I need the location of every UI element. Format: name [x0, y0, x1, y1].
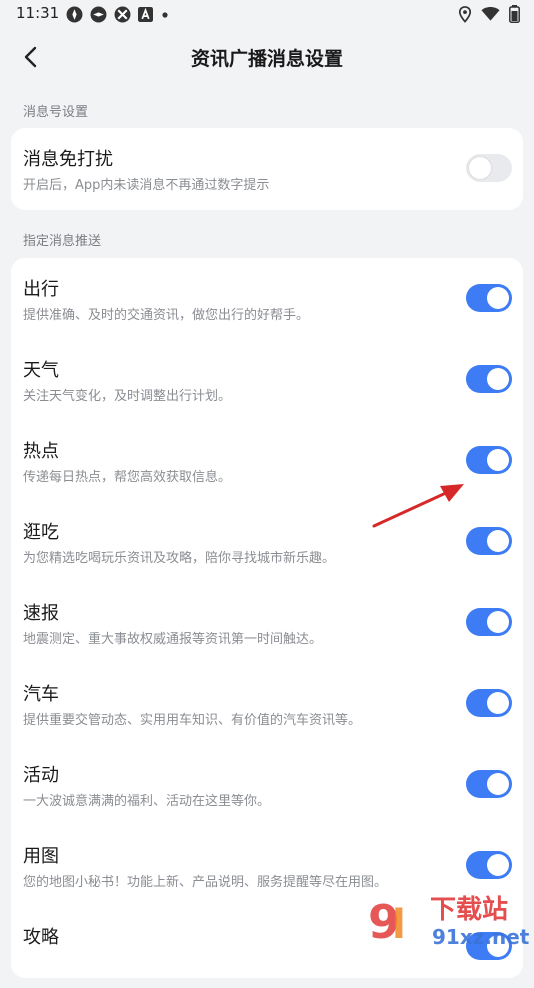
setting-description: 为您精选吃喝玩乐资讯及攻略，陪你寻找城市新乐趣。	[23, 551, 336, 566]
setting-title: 汽车	[23, 684, 59, 705]
setting-row-car: 汽车 提供重要交管动态、实用用车知识、有价值的汽车资讯等。	[11, 663, 523, 745]
map-tips-toggle[interactable]	[466, 851, 512, 879]
setting-row-weather: 天气 关注天气变化，及时调整出行计划。	[11, 339, 523, 421]
setting-description: 传递每日热点，帮您高效获取信息。	[23, 470, 232, 485]
section-label-message-settings: 消息号设置	[23, 105, 89, 120]
wifi-icon	[481, 6, 500, 21]
annotation-arrow-icon	[372, 484, 464, 528]
watermark-logo: 9 l 下载站 91xz.net	[364, 888, 530, 949]
settings-card-dnd: 消息免打扰 开启后，App内未读消息不再通过数字提示	[11, 128, 523, 210]
dot-icon	[162, 11, 168, 18]
settings-card-push: 出行 提供准确、及时的交通资讯，做您出行的好帮手。 天气 关注天气变化，及时调整…	[11, 258, 523, 978]
setting-description: 提供准确、及时的交通资讯，做您出行的好帮手。	[23, 308, 310, 323]
setting-title: 消息免打扰	[23, 149, 113, 170]
toggle-knob	[469, 157, 491, 179]
setting-title: 速报	[23, 603, 59, 624]
events-toggle[interactable]	[466, 770, 512, 798]
setting-description: 开启后，App内未读消息不再通过数字提示	[23, 178, 270, 193]
setting-description: 您的地图小秘书！功能上新、产品说明、服务提醒等尽在用图。	[23, 875, 388, 890]
location-icon	[458, 5, 472, 23]
car-toggle[interactable]	[466, 689, 512, 717]
setting-row-events: 活动 一大波诚意满满的福利、活动在这里等你。	[11, 744, 523, 826]
app-icon	[114, 6, 131, 23]
navigation-bar: 资讯广播消息设置	[0, 28, 534, 86]
setting-title: 出行	[23, 279, 59, 300]
weather-toggle[interactable]	[466, 365, 512, 393]
status-bar: 11:31	[0, 0, 534, 28]
page-title: 资讯广播消息设置	[190, 48, 343, 70]
setting-description: 一大波诚意满满的福利、活动在这里等你。	[23, 794, 271, 809]
setting-row-travel: 出行 提供准确、及时的交通资讯，做您出行的好帮手。	[11, 258, 523, 340]
toggle-knob	[487, 611, 509, 633]
setting-description: 关注天气变化，及时调整出行计划。	[23, 389, 232, 404]
a-icon	[138, 7, 153, 22]
svg-text:l: l	[392, 902, 406, 948]
alerts-toggle[interactable]	[466, 608, 512, 636]
toggle-knob	[487, 530, 509, 552]
svg-text:下载站: 下载站	[430, 895, 508, 925]
setting-title: 活动	[23, 765, 59, 786]
app-icon	[90, 6, 107, 23]
setting-title: 用图	[23, 846, 59, 867]
toggle-knob	[487, 449, 509, 471]
toggle-knob	[487, 773, 509, 795]
setting-title: 热点	[23, 441, 59, 462]
toggle-knob	[487, 368, 509, 390]
status-time: 11:31	[16, 4, 60, 22]
battery-icon	[509, 5, 520, 23]
hotspot-toggle[interactable]	[466, 446, 512, 474]
setting-row-alerts: 速报 地震测定、重大事故权威通报等资讯第一时间触达。	[11, 582, 523, 664]
setting-description: 地震测定、重大事故权威通报等资讯第一时间触达。	[23, 632, 323, 647]
toggle-knob	[487, 287, 509, 309]
watermark: 9 l 下载站 91xz.net	[360, 886, 534, 950]
setting-title: 逛吃	[23, 522, 59, 543]
toggle-knob	[487, 854, 509, 876]
setting-title: 天气	[23, 360, 59, 381]
setting-row-dnd: 消息免打扰 开启后，App内未读消息不再通过数字提示	[11, 128, 523, 210]
section-label-push-settings: 指定消息推送	[23, 234, 102, 249]
toggle-knob	[487, 692, 509, 714]
setting-title: 攻略	[23, 927, 59, 948]
svg-text:91xz.net: 91xz.net	[432, 925, 530, 949]
setting-description: 提供重要交管动态、实用用车知识、有价值的汽车资讯等。	[23, 713, 362, 728]
travel-toggle[interactable]	[466, 284, 512, 312]
food-toggle[interactable]	[466, 527, 512, 555]
app-icon	[66, 6, 83, 23]
dnd-toggle[interactable]	[466, 154, 512, 182]
